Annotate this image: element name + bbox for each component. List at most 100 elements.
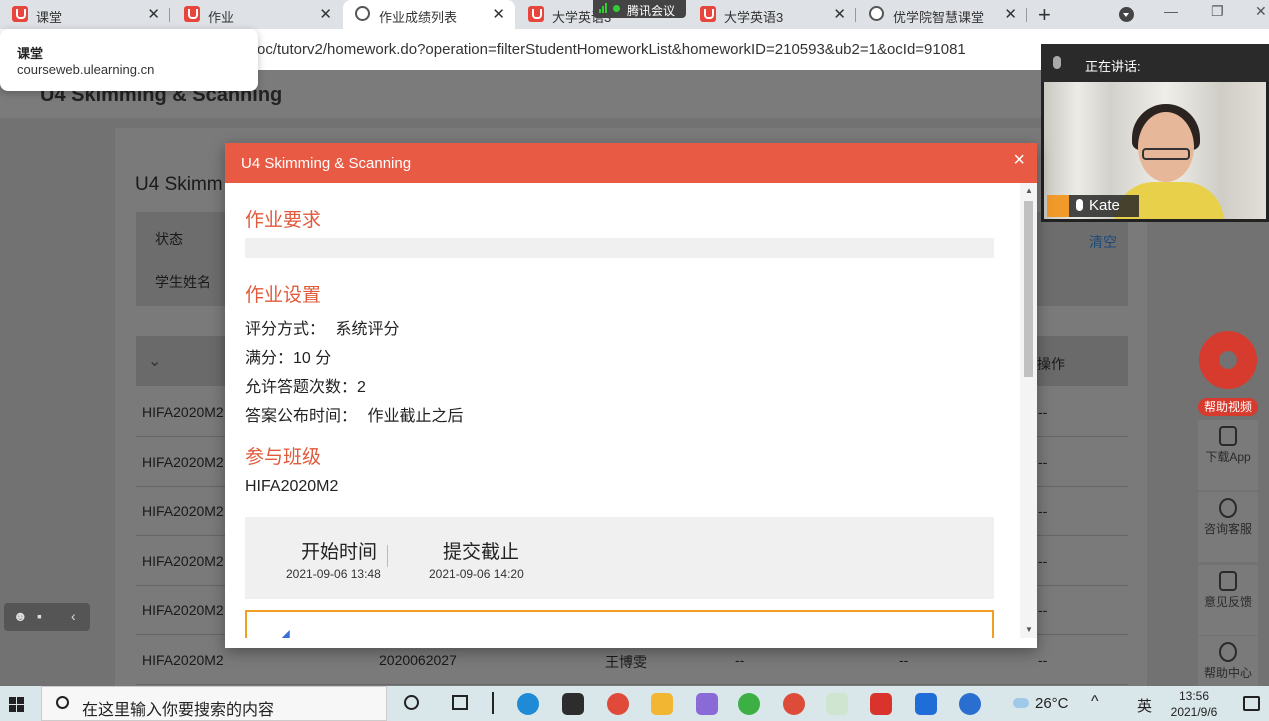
- close-icon[interactable]: ×: [1013, 149, 1025, 172]
- section-title-settings: 作业设置: [245, 285, 322, 306]
- requirement-content: [245, 238, 994, 258]
- close-icon[interactable]: ✕: [492, 5, 505, 23]
- system-clock[interactable]: 13:56 2021/9/6: [1167, 688, 1221, 720]
- ulearning-icon: [700, 6, 716, 22]
- store-icon[interactable]: [562, 693, 584, 715]
- cell-class: HIFA2020M2: [142, 404, 224, 420]
- tab-label: 大学英语3: [724, 10, 784, 25]
- consult-service-button[interactable]: 咨询客服: [1198, 492, 1258, 562]
- phone-icon: [1219, 426, 1237, 446]
- input-method-indicator[interactable]: 英: [1137, 695, 1152, 716]
- clock-time: 13:56: [1178, 689, 1210, 703]
- tab-label: 课堂: [36, 10, 63, 25]
- answer-publish-time: 答案公布时间： 作业截止之后: [245, 402, 463, 426]
- clock-date: 2021/9/6: [1170, 705, 1218, 719]
- start-time-label: 开始时间: [301, 542, 378, 563]
- question-card[interactable]: ◢: [245, 610, 994, 638]
- windows-start-icon[interactable]: [9, 697, 24, 712]
- tooltip-title: 课堂: [17, 46, 44, 61]
- scrollbar-thumb[interactable]: [1024, 201, 1033, 377]
- chevron-down-icon[interactable]: ⌄: [148, 351, 161, 371]
- new-tab-button[interactable]: +: [1038, 2, 1051, 28]
- tab-ulearning-smart-class[interactable]: 优学院智慧课堂 ✕: [857, 0, 1027, 29]
- speaking-label: 正在讲话:: [1085, 59, 1141, 74]
- tab-zuoye[interactable]: 作业 ✕: [172, 0, 342, 29]
- film-reel-icon[interactable]: [1199, 331, 1257, 389]
- scroll-down-icon[interactable]: ▼: [1025, 625, 1033, 634]
- help-center-label: 帮助中心: [1203, 666, 1252, 680]
- tencent-meeting-icon[interactable]: [915, 693, 937, 715]
- chrome-icon[interactable]: [783, 693, 805, 715]
- participant-nameplate: Kate: [1047, 195, 1139, 217]
- grading-value: 系统评分: [335, 321, 400, 338]
- weather-widget[interactable]: 26°C: [1013, 695, 1069, 712]
- cortana-icon[interactable]: [404, 695, 419, 710]
- tab-college-english-2[interactable]: 大学英语3 ✕: [688, 0, 856, 29]
- cell-class: HIFA2020M2: [142, 652, 224, 668]
- feedback-icon: [1219, 571, 1237, 591]
- download-app-button[interactable]: 下载App: [1198, 420, 1258, 490]
- cell-operation: --: [1038, 454, 1048, 470]
- snipping-tool-icon[interactable]: [607, 693, 629, 715]
- cell-operation: --: [1038, 652, 1048, 668]
- globe-icon: [355, 6, 370, 21]
- tab-homework-score-list[interactable]: 作业成绩列表 ✕: [343, 0, 515, 29]
- windows-taskbar: 在这里输入你要搜索的内容 26°C ^ 英 13:56 2021/9/6: [0, 686, 1269, 721]
- tab-ketang[interactable]: 课堂 ✕: [0, 0, 170, 29]
- class-name: HIFA2020M2: [245, 478, 339, 495]
- section-title-requirement: 作业要求: [245, 210, 322, 231]
- homework-detail-modal: U4 Skimming & Scanning × 作业要求 作业设置 评分方式：…: [225, 143, 1037, 648]
- participant-name: Kate: [1089, 197, 1120, 214]
- tab-label: 作业成绩列表: [379, 10, 458, 25]
- close-icon[interactable]: ✕: [1004, 5, 1017, 23]
- close-icon[interactable]: ✕: [833, 5, 846, 23]
- message-icon[interactable]: ▪: [37, 608, 42, 624]
- file-explorer-icon[interactable]: [651, 693, 673, 715]
- taskbar-search-box[interactable]: 在这里输入你要搜索的内容: [41, 686, 387, 721]
- question-icon: [1219, 642, 1237, 662]
- help-video-button[interactable]: 帮助视频: [1198, 398, 1258, 416]
- edge-icon[interactable]: [517, 693, 539, 715]
- window-close-icon[interactable]: ✕: [1255, 3, 1267, 20]
- photos-icon[interactable]: [696, 693, 718, 715]
- tray-chevron-up-icon[interactable]: ^: [1091, 693, 1099, 711]
- clear-filter-link[interactable]: 清空: [1089, 232, 1117, 252]
- signal-icon: [599, 3, 607, 13]
- speaking-header: 正在讲话:: [1041, 44, 1269, 82]
- close-icon[interactable]: ✕: [319, 5, 332, 23]
- help-center-button[interactable]: 帮助中心: [1198, 636, 1258, 686]
- cell-class: HIFA2020M2: [142, 454, 224, 470]
- app-icon[interactable]: [826, 693, 848, 715]
- globe-icon: [869, 6, 884, 21]
- scroll-up-icon[interactable]: ▲: [1025, 186, 1033, 195]
- ulearning-icon: [528, 6, 544, 22]
- tencent-meeting-badge[interactable]: 腾讯会议: [593, 0, 686, 18]
- search-placeholder: 在这里输入你要搜索的内容: [82, 702, 275, 719]
- time-panel: 开始时间 2021-09-06 13:48 提交截止 2021-09-06 14…: [245, 517, 994, 599]
- wps-icon[interactable]: [870, 693, 892, 715]
- help-icon[interactable]: [959, 693, 981, 715]
- emoji-icon[interactable]: ☻: [13, 608, 28, 624]
- url-text[interactable]: oc/tutorv2/homework.do?operation=filterS…: [257, 41, 966, 58]
- collapse-icon[interactable]: ‹: [71, 608, 76, 624]
- ulearning-icon: [12, 6, 28, 22]
- wechat-icon[interactable]: [738, 693, 760, 715]
- close-icon[interactable]: ✕: [147, 5, 160, 23]
- task-view-icon[interactable]: [452, 695, 468, 710]
- answer-publish-value: 作业截止之后: [367, 408, 464, 425]
- tab-divider: [1026, 8, 1027, 22]
- filter-status-label: 状态: [155, 231, 183, 247]
- tab-search-icon[interactable]: [1119, 7, 1134, 22]
- modal-body[interactable]: 作业要求 作业设置 评分方式： 系统评分 满分：10 分 允许答题次数：2 答案…: [225, 183, 1020, 638]
- maximize-icon[interactable]: ❐: [1211, 3, 1224, 20]
- minimize-icon[interactable]: —: [1164, 3, 1178, 19]
- cell-status: --: [735, 652, 745, 668]
- modal-scrollbar[interactable]: ▲ ▼: [1020, 183, 1037, 638]
- notification-icon[interactable]: [1243, 696, 1260, 711]
- tab-label: 作业: [208, 10, 235, 25]
- feedback-button[interactable]: 意见反馈: [1198, 565, 1258, 635]
- meeting-video-tile[interactable]: 正在讲话: Kate: [1041, 44, 1269, 222]
- chat-widget[interactable]: ☻ ▪ ‹: [4, 603, 90, 631]
- speaker-face: [1138, 112, 1194, 182]
- avatar-icon: [1047, 195, 1069, 217]
